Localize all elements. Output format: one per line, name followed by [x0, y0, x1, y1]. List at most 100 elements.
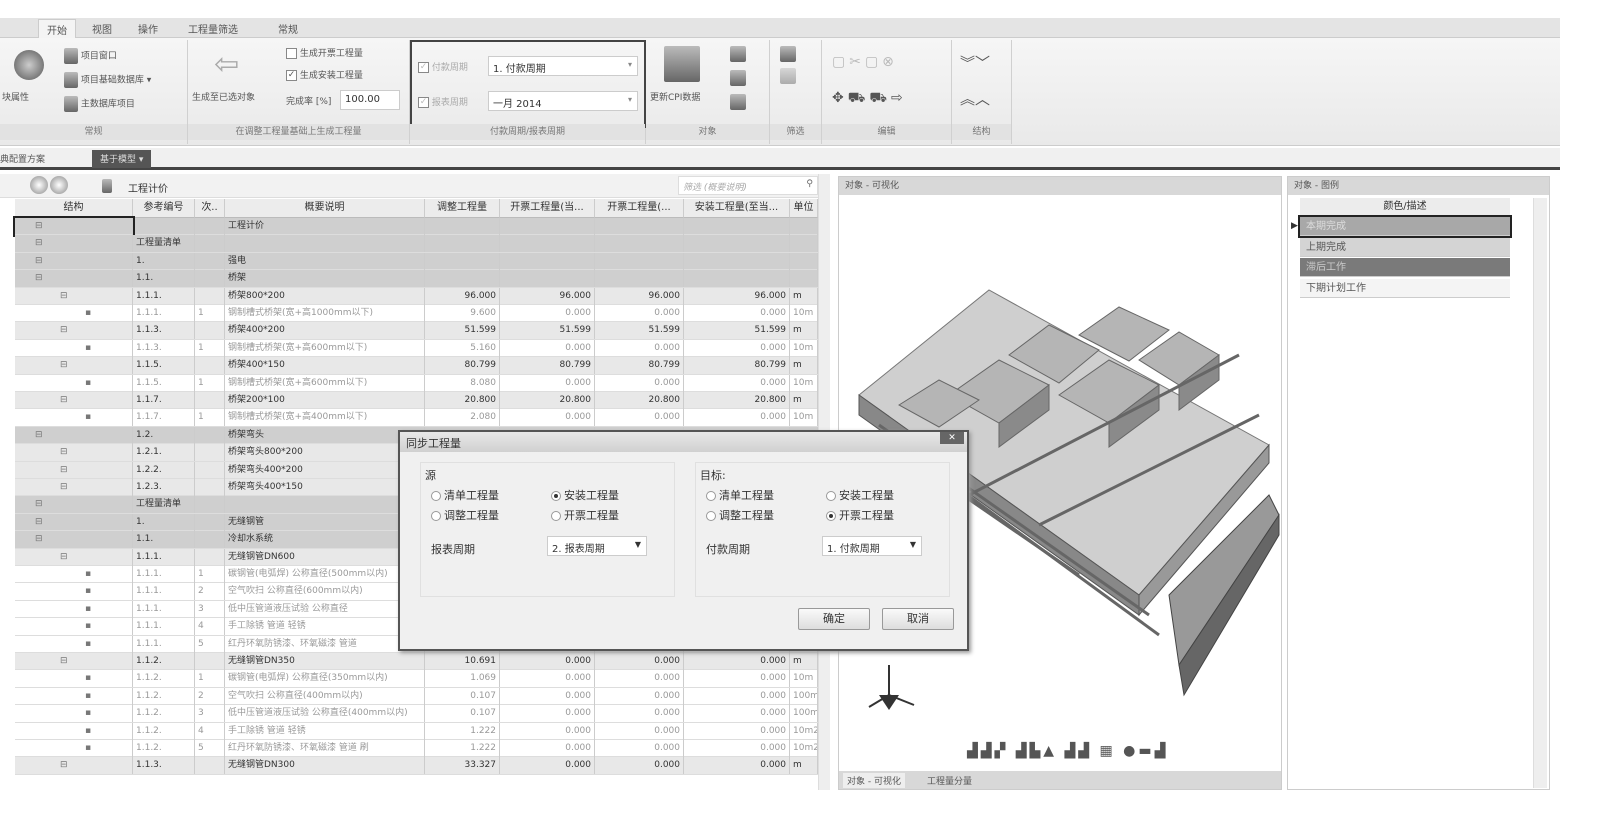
- column-header[interactable]: 单位: [790, 199, 818, 218]
- completion-input[interactable]: 100.00: [340, 90, 400, 110]
- item-icon[interactable]: ▪: [85, 409, 91, 425]
- object-tool-icon[interactable]: [730, 46, 746, 62]
- report-period-checkbox[interactable]: ✓ 报表周期: [418, 95, 468, 108]
- column-header[interactable]: 安装工程量(至当...: [684, 199, 790, 218]
- tree-node-icon[interactable]: ⊟: [60, 392, 68, 408]
- doc-tab-config[interactable]: 典配置方案: [0, 152, 45, 165]
- table-row[interactable]: ▪ 1.1.2. 2 空气吹扫 公称直径(400mm以内) 0.107 0.000 0.00…: [15, 687, 818, 706]
- tab-start[interactable]: 开始: [38, 19, 76, 38]
- table-row[interactable]: ⊟ 1.1.7. 桥架200*100 20.800 20.800 20.800 20.800…: [15, 392, 818, 410]
- item-icon[interactable]: ▪: [85, 583, 91, 599]
- target-radio-adjusted[interactable]: 调整工程量: [706, 507, 774, 523]
- target-radio-install[interactable]: 安装工程量: [826, 487, 894, 503]
- item-icon[interactable]: ▪: [85, 705, 91, 721]
- item-icon[interactable]: ▪: [85, 670, 91, 686]
- tab-visualization[interactable]: 对象 - 可视化: [843, 773, 905, 788]
- tree-node-icon[interactable]: ⊟: [60, 549, 68, 565]
- target-period-select[interactable]: 1. 付款周期 ▼: [822, 536, 922, 556]
- payment-period-checkbox[interactable]: ✓ 付款周期: [418, 60, 468, 73]
- object-cut-icon[interactable]: [730, 94, 746, 110]
- report-period-select[interactable]: 一月 2014 ▾: [488, 91, 638, 111]
- target-radio-bill[interactable]: 清单工程量: [706, 487, 774, 503]
- tree-node-icon[interactable]: ⊟: [60, 462, 68, 478]
- tab-quantity-components[interactable]: 工程量分量: [927, 774, 972, 787]
- table-row[interactable]: ⊟ 1.1. 桥架: [15, 270, 818, 288]
- table-row[interactable]: ⊟ 1.1.5. 桥架400*150 80.799 80.799 80.799 80.799…: [15, 357, 818, 375]
- tree-node-icon[interactable]: ⊟: [35, 496, 43, 512]
- column-header[interactable]: 结构: [15, 199, 133, 218]
- table-row[interactable]: ▪ 1.1.2. 1 碳钢管(电弧焊) 公称直径(350mm以内) 1.069 0.000…: [15, 670, 818, 688]
- expand-all-icon[interactable]: ︾﹀: [960, 52, 990, 73]
- breadcrumb[interactable]: 工程计价: [128, 180, 168, 195]
- column-header[interactable]: 开票工程量(...: [595, 199, 684, 218]
- source-radio-install[interactable]: 安装工程量: [551, 487, 619, 503]
- column-header[interactable]: 调整工程量: [425, 199, 500, 218]
- item-icon[interactable]: ▪: [85, 723, 91, 739]
- table-row[interactable]: ▪ 1.1.2. 3 低中压管道液压试验 公称直径(400mm以内) 0.107 0.00…: [15, 705, 818, 723]
- tree-node-icon[interactable]: ⊟: [35, 218, 43, 234]
- tree-node-icon[interactable]: ⊟: [60, 653, 68, 669]
- tree-node-icon[interactable]: ⊟: [60, 288, 68, 304]
- table-row[interactable]: ▪ 1.1.3. 1 钢制槽式桥架(宽+高600mm以下) 5.160 0.000 0.00…: [15, 339, 818, 358]
- search-input[interactable]: 筛选 (概要说明) ⚲: [678, 176, 818, 195]
- gen-invoice-checkbox[interactable]: 生成开票工程量: [286, 46, 363, 59]
- tree-node-icon[interactable]: ⊟: [60, 444, 68, 460]
- tree-node-icon[interactable]: ⊟: [35, 235, 43, 251]
- item-icon[interactable]: ▪: [85, 601, 91, 617]
- source-radio-invoice[interactable]: 开票工程量: [551, 507, 619, 523]
- ok-button[interactable]: 确定: [798, 608, 870, 630]
- clipboard-icons[interactable]: ▢✂▢⊗: [832, 54, 898, 70]
- item-icon[interactable]: ▪: [85, 740, 91, 756]
- back-icon[interactable]: [30, 176, 48, 194]
- item-icon[interactable]: ▪: [85, 375, 91, 391]
- master-database-button[interactable]: 主数据库项目: [64, 96, 135, 112]
- table-row[interactable]: ▪ 1.1.2. 4 手工除锈 管道 轻锈 1.222 0.000 0.000 0.000 10…: [15, 722, 818, 740]
- gen-install-checkbox[interactable]: ✓ 生成安装工程量: [286, 68, 363, 81]
- block-properties-button[interactable]: 块属性: [2, 90, 29, 103]
- item-icon[interactable]: ▪: [85, 340, 91, 356]
- tree-node-icon[interactable]: ⊟: [35, 514, 43, 530]
- target-radio-invoice[interactable]: 开票工程量: [826, 507, 894, 523]
- legend-item[interactable]: 滞后工作: [1300, 258, 1510, 277]
- tree-node-icon[interactable]: ⊟: [60, 357, 68, 373]
- tree-node-icon[interactable]: ⊟: [60, 757, 68, 773]
- filter-icon[interactable]: [780, 46, 796, 62]
- cancel-button[interactable]: 取消: [882, 608, 954, 630]
- table-row[interactable]: ⊟ 1.1.3. 无缝钢管DN300 33.327 0.000 0.000 0.000 m: [15, 757, 818, 775]
- edit-tool-icons[interactable]: ✥⛟⛟⇨: [832, 90, 907, 108]
- legend-item[interactable]: 本期完成: [1298, 215, 1512, 238]
- legend-scrollbar[interactable]: [1533, 198, 1547, 788]
- table-row[interactable]: ▪ 1.1.2. 5 红丹环氧防锈漆、环氧磁漆 管道 刷 1.222 0.000 0.000…: [15, 740, 818, 758]
- update-cpi-button[interactable]: 更新CPI数据: [650, 90, 700, 103]
- source-radio-bill[interactable]: 清单工程量: [431, 487, 499, 503]
- table-row[interactable]: ⊟ 工程量清单: [15, 235, 818, 253]
- table-row[interactable]: ⊟ 1. 强电: [15, 252, 818, 271]
- table-row[interactable]: ▪ 1.1.7. 1 钢制槽式桥架(宽+高400mm以下) 2.080 0.000 0.00…: [15, 409, 818, 427]
- item-icon[interactable]: ▪: [85, 688, 91, 704]
- tree-node-icon[interactable]: ⊟: [35, 270, 43, 286]
- source-period-select[interactable]: 2. 报表周期 ▼: [547, 536, 647, 556]
- table-row[interactable]: ⊟ 1.1.2. 无缝钢管DN350 10.691 0.000 0.000 0.000 m: [15, 653, 818, 671]
- table-row[interactable]: ⊟ 1.1.1. 桥架800*200 96.000 96.000 96.000 96.000…: [15, 287, 818, 305]
- column-header[interactable]: 次..: [195, 199, 225, 218]
- item-icon[interactable]: ▪: [85, 618, 91, 634]
- item-icon[interactable]: ▪: [85, 566, 91, 582]
- tab-quantity-filter[interactable]: 工程量筛选: [188, 21, 238, 36]
- source-radio-adjusted[interactable]: 调整工程量: [431, 507, 499, 523]
- tab-operate[interactable]: 操作: [138, 21, 158, 36]
- doc-tab-model[interactable]: 基于模型 ▾: [92, 150, 152, 168]
- forward-icon[interactable]: [50, 176, 68, 194]
- column-header[interactable]: 概要说明: [225, 199, 425, 218]
- tab-view[interactable]: 视图: [92, 21, 112, 36]
- tree-node-icon[interactable]: ⊟: [35, 427, 43, 443]
- item-icon[interactable]: ▪: [85, 305, 91, 321]
- tree-node-icon[interactable]: ⊟: [60, 322, 68, 338]
- tree-node-icon[interactable]: ⊟: [35, 531, 43, 547]
- payment-period-select[interactable]: 1. 付款周期 ▾: [488, 56, 638, 76]
- project-window-button[interactable]: 项目窗口: [64, 48, 117, 64]
- table-row[interactable]: ▪ 1.1.5. 1 钢制槽式桥架(宽+高600mm以下) 8.080 0.000 0.00…: [15, 374, 818, 392]
- legend-item[interactable]: 下期计划工作: [1300, 278, 1510, 298]
- legend-item[interactable]: 上期完成: [1300, 237, 1510, 257]
- filter-clear-icon[interactable]: [780, 68, 796, 84]
- tree-node-icon[interactable]: ⊟: [35, 253, 43, 269]
